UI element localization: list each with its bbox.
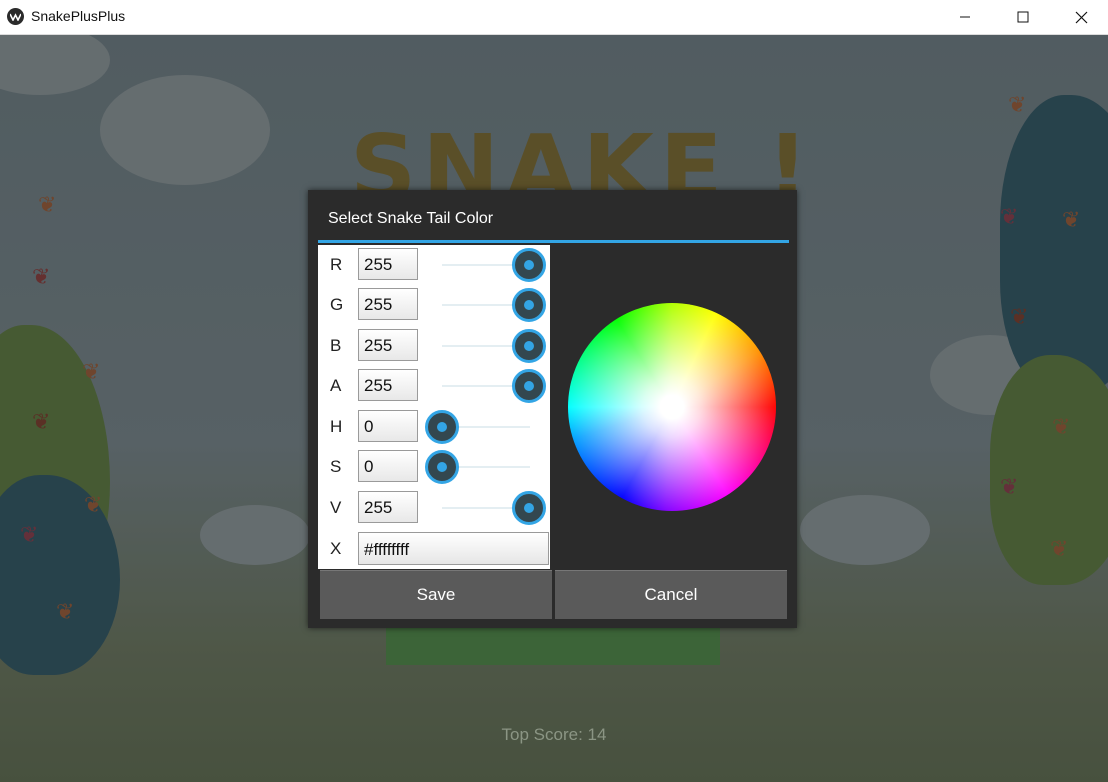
channel-label: R	[330, 255, 343, 274]
minimize-icon	[960, 16, 970, 18]
channel-input-h[interactable]: 0	[358, 410, 418, 442]
maximize-button[interactable]	[994, 0, 1052, 34]
channel-row-g: G 255	[318, 285, 550, 325]
close-button[interactable]	[1052, 0, 1108, 34]
channel-row-v: V 255	[318, 488, 550, 528]
channel-panel: R 255 G 255 B 255 A 255 H 0 S 0 V 255 X …	[318, 245, 550, 569]
hex-input[interactable]: #ffffffff	[358, 532, 549, 565]
channel-label: B	[330, 336, 342, 355]
save-button[interactable]: Save	[320, 570, 552, 619]
minimize-button[interactable]	[936, 0, 994, 34]
channel-input-s[interactable]: 0	[358, 450, 418, 482]
channel-input-g[interactable]: 255	[358, 288, 418, 320]
window-title: SnakePlusPlus	[31, 8, 126, 24]
app-icon	[7, 8, 24, 25]
channel-row-s: S 0	[318, 447, 550, 487]
channel-row-r: R 255	[318, 245, 550, 285]
channel-row-h: H 0	[318, 407, 550, 447]
hex-label: X	[330, 539, 342, 558]
close-icon	[1075, 11, 1087, 23]
channel-label: V	[330, 498, 342, 517]
channel-label: A	[330, 376, 342, 395]
channel-label: S	[330, 457, 342, 476]
channel-label: H	[330, 417, 343, 436]
channel-input-b[interactable]: 255	[358, 329, 418, 361]
maximize-icon	[1017, 11, 1029, 23]
channel-row-b: B 255	[318, 326, 550, 366]
slider-handle[interactable]	[512, 288, 546, 322]
color-picker-dialog: Select Snake Tail Color R 255 G 255 B 25…	[308, 190, 797, 628]
slider-handle[interactable]	[512, 369, 546, 403]
channel-row-a: A 255	[318, 366, 550, 406]
top-score: Top Score: 14	[501, 725, 607, 744]
slider-handle[interactable]	[512, 329, 546, 363]
window-titlebar: SnakePlusPlus	[0, 0, 1108, 35]
slider-handle[interactable]	[425, 410, 459, 444]
title-divider	[318, 240, 789, 243]
dialog-title: Select Snake Tail Color	[328, 210, 494, 227]
cancel-button[interactable]: Cancel	[555, 570, 787, 619]
channel-input-a[interactable]: 255	[358, 369, 418, 401]
hex-row: X #ffffffff	[318, 529, 550, 569]
channel-label: G	[330, 295, 344, 314]
channel-input-r[interactable]: 255	[358, 248, 418, 280]
channel-input-v[interactable]: 255	[358, 491, 418, 523]
color-wheel[interactable]	[568, 303, 776, 511]
slider-handle[interactable]	[425, 450, 459, 484]
slider-handle[interactable]	[512, 491, 546, 525]
slider-handle[interactable]	[512, 248, 546, 282]
